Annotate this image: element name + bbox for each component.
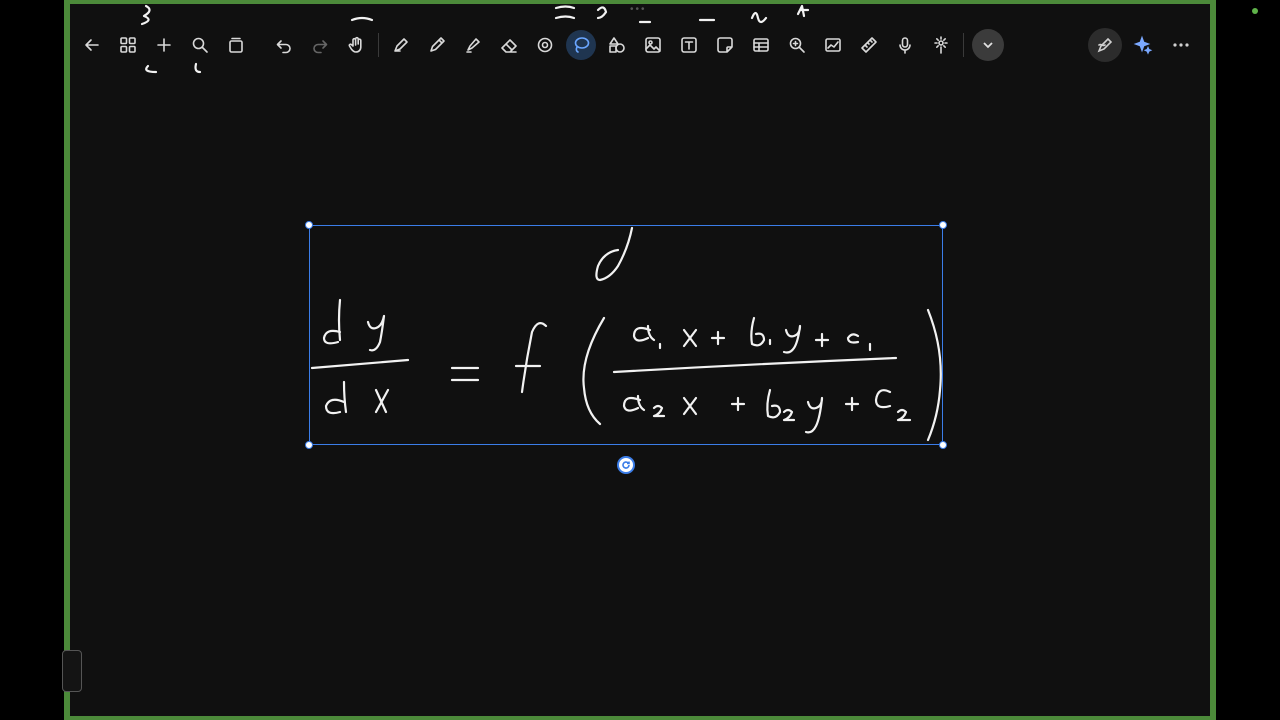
resize-handle-bottom-right[interactable] [939,441,947,449]
rotate-handle-icon[interactable] [617,456,635,474]
lasso-selection-box[interactable] [309,225,943,445]
resize-handle-top-right[interactable] [939,221,947,229]
sidebar-toggle[interactable] [62,650,82,692]
resize-handle-bottom-left[interactable] [305,441,313,449]
resize-handle-top-left[interactable] [305,221,313,229]
